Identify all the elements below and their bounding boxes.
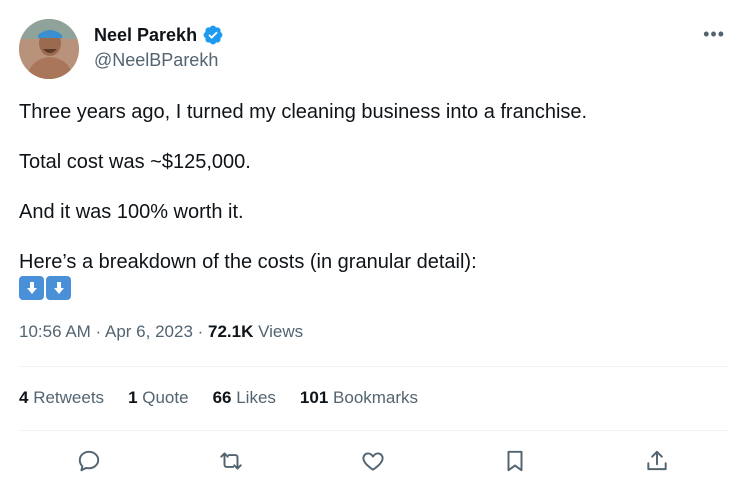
likes-stat[interactable]: 66 Likes — [213, 388, 276, 408]
bookmarks-count: 101 — [299, 388, 329, 407]
more-icon[interactable]: ••• — [703, 24, 725, 45]
meta-separator: · — [192, 322, 209, 341]
author-name[interactable]: Neel Parekh — [94, 25, 197, 46]
tweet-time[interactable]: 10:56 AM — [19, 322, 91, 341]
engagement-stats: 4 Retweets 1 Quote 66 Likes 101 Bookmark… — [19, 388, 442, 408]
tweet: Neel Parekh @NeelBParekh ••• Three years… — [0, 0, 747, 490]
bookmark-icon[interactable] — [502, 448, 528, 474]
divider — [19, 366, 728, 367]
retweets-label: Retweets — [28, 388, 105, 407]
arrow-down-emoji-icon — [19, 276, 44, 300]
reply-icon[interactable] — [76, 448, 102, 474]
verified-badge-icon — [202, 24, 224, 46]
views-count: 72.1K — [208, 322, 254, 341]
likes-count: 66 — [212, 388, 232, 407]
retweets-stat[interactable]: 4 Retweets — [19, 388, 104, 408]
quotes-label: Quote — [137, 388, 189, 407]
arrow-emojis — [19, 276, 71, 300]
author-name-row: Neel Parekh — [94, 24, 224, 46]
quotes-stat[interactable]: 1 Quote — [128, 388, 189, 408]
divider — [19, 430, 728, 431]
tweet-date[interactable]: Apr 6, 2023 — [105, 322, 193, 341]
arrow-down-emoji-icon — [46, 276, 71, 300]
tweet-text-line: Three years ago, I turned my cleaning bu… — [19, 101, 588, 123]
share-icon[interactable] — [644, 448, 670, 474]
quotes-count: 1 — [128, 388, 138, 407]
tweet-text-line: And it was 100% worth it. — [19, 201, 244, 223]
bookmarks-stat[interactable]: 101 Bookmarks — [300, 388, 418, 408]
avatar[interactable] — [19, 19, 79, 79]
tweet-text-line: Here’s a breakdown of the costs (in gran… — [19, 251, 477, 273]
tweet-meta: 10:56 AM · Apr 6, 2023 · 72.1K Views — [19, 322, 303, 342]
tweet-text-line: Total cost was ~$125,000. — [19, 151, 251, 173]
like-icon[interactable] — [360, 448, 386, 474]
likes-label: Likes — [231, 388, 276, 407]
retweet-icon[interactable] — [218, 448, 244, 474]
meta-separator: · — [90, 322, 105, 341]
views-label: Views — [253, 322, 304, 341]
bookmarks-label: Bookmarks — [328, 388, 419, 407]
author-handle[interactable]: @NeelBParekh — [94, 50, 218, 71]
